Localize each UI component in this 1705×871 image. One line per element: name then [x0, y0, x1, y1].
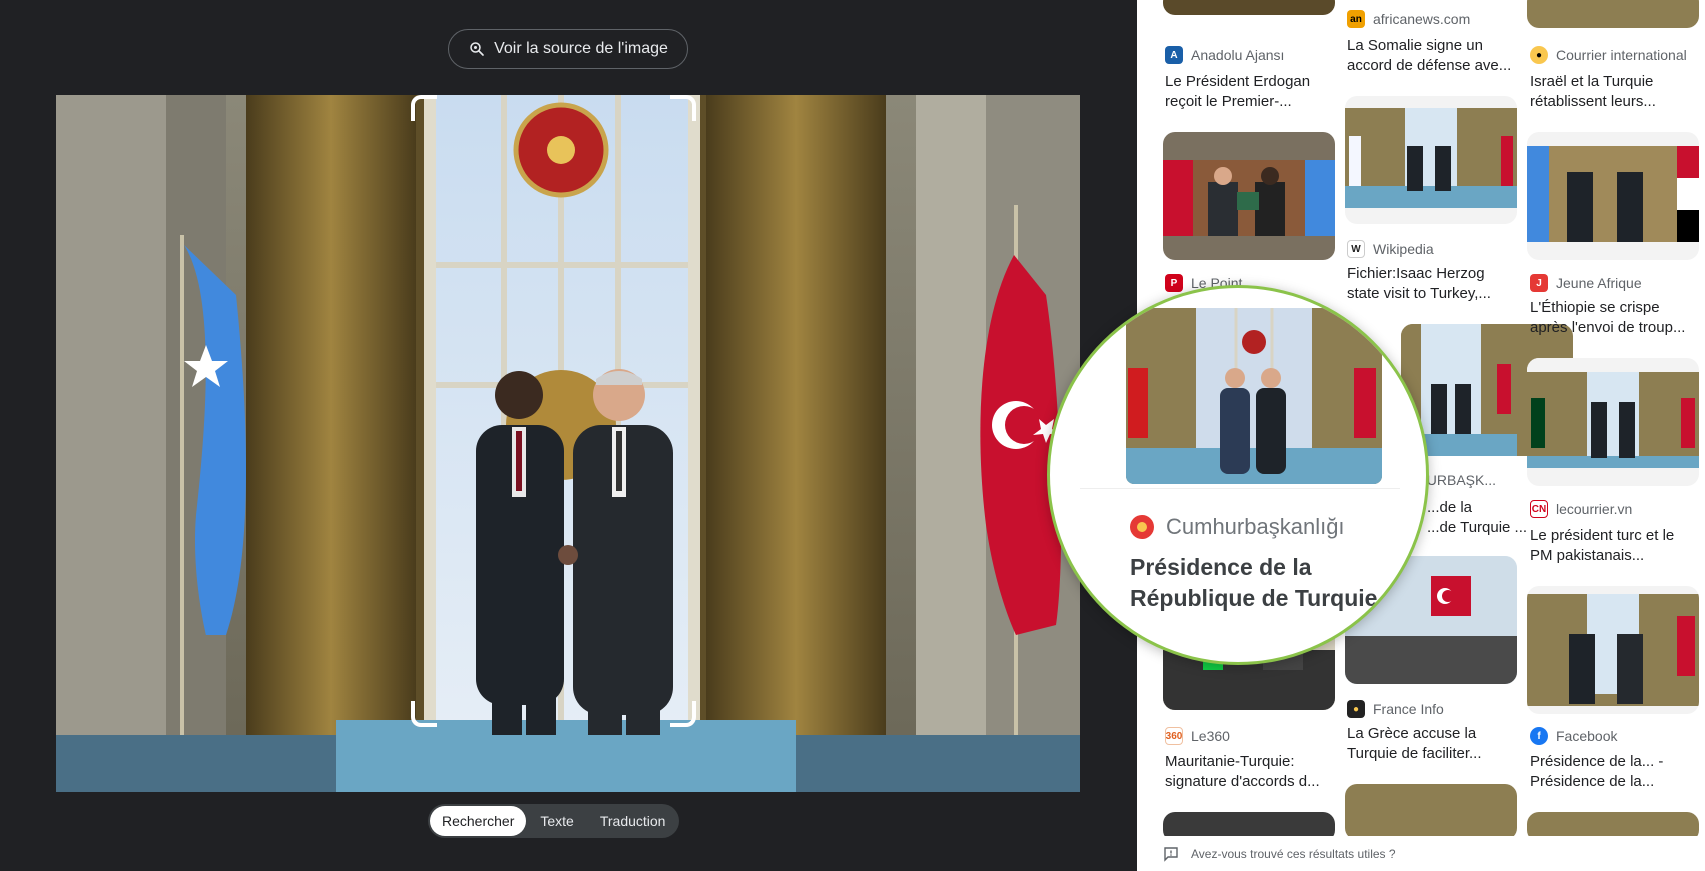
- result-title-line: reçoit le Premier-...: [1165, 93, 1292, 110]
- result-source[interactable]: A Anadolu Ajansı: [1165, 46, 1284, 64]
- thumbnail-image: [1126, 308, 1382, 484]
- thumbnail-image: [1345, 96, 1517, 224]
- visual-search-icon: [470, 42, 484, 56]
- result-thumbnail[interactable]: [1527, 358, 1699, 486]
- result-source-label: Le360: [1191, 728, 1230, 744]
- result-title-line: La Somalie signe un: [1347, 37, 1483, 54]
- result-title-line: PM pakistanais...: [1530, 547, 1645, 564]
- thumbnail-image: [1527, 586, 1699, 714]
- result-source[interactable]: W Wikipedia: [1347, 240, 1434, 258]
- result-title-line: ...de Turquie ...: [1427, 519, 1528, 536]
- crop-handle-bottom-right[interactable]: [670, 701, 696, 727]
- result-title-line: Le Président Erdogan: [1165, 73, 1311, 90]
- result-title-line: ...de la: [1427, 499, 1473, 516]
- result-title-line: Turquie de faciliter...: [1347, 745, 1482, 762]
- result-title-line: Présidence de la...: [1530, 773, 1655, 790]
- result-thumbnail[interactable]: [1527, 132, 1699, 260]
- le360-icon: 360: [1165, 727, 1183, 745]
- result-thumbnail[interactable]: [1345, 784, 1517, 840]
- thumbnail-image: [1527, 358, 1699, 486]
- magnified-source[interactable]: Cumhurbaşkanlığı: [1130, 514, 1345, 540]
- result-title[interactable]: Le président turc et le PM pakistanais..…: [1530, 526, 1702, 566]
- result-title-line: L'Éthiopie se crispe: [1530, 299, 1660, 316]
- image-viewer-panel: Voir la source de l'image Rechercher Tex…: [0, 0, 1140, 871]
- courrier-international-icon: ●: [1530, 46, 1548, 64]
- result-source[interactable]: f Facebook: [1530, 727, 1617, 745]
- thumbnail-image: [1527, 132, 1699, 260]
- divider: [1080, 488, 1400, 489]
- magnifier-overlay: Cumhurbaşkanlığı Présidence de la Républ…: [1047, 285, 1429, 665]
- facebook-icon: f: [1530, 727, 1548, 745]
- magnified-title-line: Présidence de la: [1130, 554, 1312, 580]
- result-source-label: Anadolu Ajansı: [1191, 47, 1285, 63]
- tab-rechercher[interactable]: Rechercher: [430, 806, 527, 836]
- wikipedia-icon: W: [1347, 240, 1365, 258]
- feedback-icon: [1164, 846, 1178, 862]
- result-source[interactable]: 360 Le360: [1165, 727, 1230, 745]
- view-image-source-button[interactable]: Voir la source de l'image: [448, 29, 688, 69]
- result-title-line: accord de défense ave...: [1347, 57, 1512, 74]
- lecourrier-icon: CN: [1530, 500, 1548, 518]
- result-title-line: Mauritanie-Turquie:: [1165, 753, 1295, 770]
- result-source[interactable]: ● France Info: [1347, 700, 1444, 718]
- tab-traduction[interactable]: Traduction: [588, 806, 678, 836]
- crop-handle-top-right[interactable]: [670, 95, 696, 121]
- result-title[interactable]: La Somalie signe un accord de défense av…: [1347, 36, 1519, 76]
- result-title[interactable]: Mauritanie-Turquie: signature d'accords …: [1165, 752, 1337, 792]
- result-title[interactable]: Le Président Erdogan reçoit le Premier-.…: [1165, 72, 1337, 112]
- result-source[interactable]: ● Courrier international: [1530, 46, 1687, 64]
- result-source-label: Jeune Afrique: [1556, 275, 1642, 291]
- result-title[interactable]: ...de la ...de Turquie ...: [1427, 498, 1543, 538]
- magnified-title[interactable]: Présidence de la République de Turquie .…: [1130, 552, 1403, 614]
- result-title-line: Le président turc et le: [1530, 527, 1675, 544]
- result-source-label: Wikipedia: [1373, 241, 1434, 257]
- result-title-line: Présidence de la... -: [1530, 753, 1664, 770]
- result-title-line: signature d'accords d...: [1165, 773, 1320, 790]
- result-source-label: africanews.com: [1373, 11, 1471, 27]
- result-thumbnail[interactable]: [1527, 0, 1699, 28]
- lens-mode-tabs: Rechercher Texte Traduction: [428, 804, 680, 838]
- magnified-source-label: Cumhurbaşkanlığı: [1166, 514, 1345, 539]
- crop-handle-bottom-left[interactable]: [411, 701, 437, 727]
- result-source-label: Courrier international: [1556, 47, 1687, 63]
- result-title[interactable]: L'Éthiopie se crispe après l'envoi de tr…: [1530, 298, 1702, 338]
- result-title-line: La Grèce accuse la: [1347, 725, 1477, 742]
- result-thumbnail[interactable]: [1345, 96, 1517, 224]
- result-title-line: Fichier:Isaac Herzog: [1347, 265, 1485, 282]
- tab-texte[interactable]: Texte: [528, 806, 585, 836]
- result-title[interactable]: La Grèce accuse la Turquie de faciliter.…: [1347, 724, 1519, 764]
- jeune-afrique-icon: J: [1530, 274, 1548, 292]
- feedback-bar[interactable]: Avez-vous trouvé ces résultats utiles ?: [1137, 836, 1705, 871]
- result-title-line: Israël et la Turquie: [1530, 73, 1654, 90]
- result-source-label: France Info: [1373, 701, 1444, 717]
- magnified-thumbnail[interactable]: [1126, 308, 1382, 484]
- result-source-label: Facebook: [1556, 728, 1618, 744]
- magnified-title-line: République de Turquie ...: [1130, 585, 1404, 611]
- result-source[interactable]: CN lecourrier.vn: [1530, 500, 1632, 518]
- result-title-line: state visit to Turkey,...: [1347, 285, 1491, 302]
- turkish-presidency-icon: [1130, 515, 1154, 539]
- result-source[interactable]: an africanews.com: [1347, 10, 1470, 28]
- crop-selection-frame[interactable]: [411, 95, 696, 727]
- result-title[interactable]: Fichier:Isaac Herzog state visit to Turk…: [1347, 264, 1519, 304]
- view-image-source-label: Voir la source de l'image: [494, 40, 668, 57]
- result-title[interactable]: Israël et la Turquie rétablissent leurs.…: [1530, 72, 1702, 112]
- africanews-icon: an: [1347, 10, 1365, 28]
- anadolu-icon: A: [1165, 46, 1183, 64]
- result-title-line: après l'envoi de troup...: [1530, 319, 1686, 336]
- feedback-label: Avez-vous trouvé ces résultats utiles ?: [1191, 846, 1396, 861]
- result-thumbnail[interactable]: [1527, 586, 1699, 714]
- result-source-label: lecourrier.vn: [1556, 501, 1633, 517]
- result-title[interactable]: Présidence de la... - Présidence de la..…: [1530, 752, 1702, 792]
- le-point-icon: P: [1165, 274, 1183, 292]
- france-info-icon: ●: [1347, 700, 1365, 718]
- thumbnail-image: [1163, 132, 1335, 260]
- result-thumbnail[interactable]: [1163, 0, 1335, 15]
- result-title-line: rétablissent leurs...: [1530, 93, 1656, 110]
- result-source[interactable]: J Jeune Afrique: [1530, 274, 1642, 292]
- result-thumbnail[interactable]: [1163, 132, 1335, 260]
- crop-handle-top-left[interactable]: [411, 95, 437, 121]
